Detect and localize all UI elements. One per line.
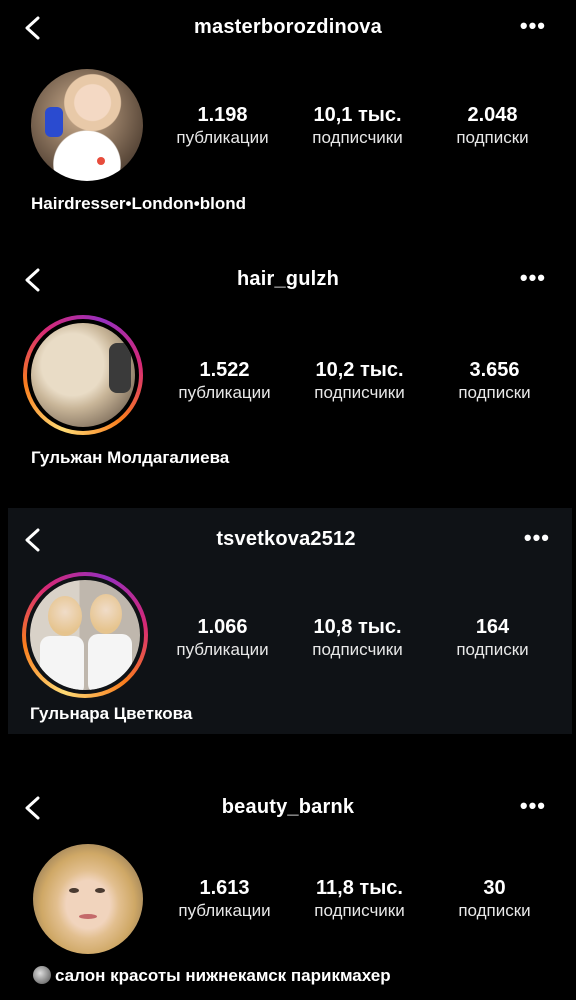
stat-following[interactable]: 30 подписки [427, 876, 562, 922]
avatar [30, 580, 140, 690]
profile-card-3: tsvetkova2512 ••• 1.066 публикации 10,8 … [8, 508, 572, 734]
profile-stats: 1.198 публикации 10,1 тыс. подписчики 2.… [155, 103, 560, 149]
profile-card-4: beauty_barnk ••• 1.613 публикации 11,8 т… [0, 770, 576, 1000]
more-dots-icon[interactable]: ••• [520, 15, 546, 37]
stat-posts-label: публикации [176, 640, 269, 659]
stat-followers-value: 11,8 тыс. [316, 877, 403, 899]
avatar-story-ring[interactable] [22, 572, 148, 698]
stat-followers[interactable]: 11,8 тыс. подписчики [292, 876, 427, 922]
profile-username: tsvetkova2512 [216, 528, 356, 550]
avatar[interactable] [31, 69, 143, 181]
profile-bio: Hairdresser•London•blond [31, 194, 246, 213]
stat-followers-label: подписчики [312, 640, 403, 659]
stat-following-label: подписки [456, 128, 529, 147]
stat-posts-value: 1.198 [197, 104, 248, 126]
moon-icon [33, 966, 51, 984]
stat-following[interactable]: 3.656 подписки [427, 358, 562, 404]
more-dots-icon[interactable]: ••• [520, 267, 546, 289]
profile-header: tsvetkova2512 ••• [8, 520, 572, 560]
avatar [31, 323, 135, 427]
profile-card-1: masterborozdinova ••• 1.198 публикации 1… [0, 0, 576, 230]
stat-following[interactable]: 164 подписки [425, 615, 560, 661]
more-dots-icon[interactable]: ••• [524, 527, 550, 549]
more-dots-icon[interactable]: ••• [520, 795, 546, 817]
stat-followers-value: 10,2 тыс. [315, 359, 404, 381]
stat-posts-label: публикации [178, 383, 271, 402]
profile-stats: 1.066 публикации 10,8 тыс. подписчики 16… [155, 615, 560, 661]
stat-posts[interactable]: 1.522 публикации [157, 358, 292, 404]
profile-stats: 1.522 публикации 10,2 тыс. подписчики 3.… [157, 358, 562, 404]
profile-card-2: hair_gulzh ••• 1.522 публикации 10,2 тыс… [0, 252, 576, 482]
stat-posts-value: 1.066 [197, 616, 248, 638]
stat-followers[interactable]: 10,8 тыс. подписчики [290, 615, 425, 661]
stat-following-value: 164 [475, 616, 510, 638]
avatar[interactable] [33, 844, 143, 954]
stat-following-label: подписки [458, 901, 531, 920]
profile-header: hair_gulzh ••• [0, 260, 576, 300]
stat-followers-value: 10,8 тыс. [313, 616, 402, 638]
stat-followers-label: подписчики [314, 901, 405, 920]
stat-posts-value: 1.522 [199, 359, 250, 381]
profile-header: beauty_barnk ••• [0, 788, 576, 828]
profile-bio-row: салон красоты нижнекамск парикмахер [33, 966, 391, 986]
profile-username: hair_gulzh [236, 268, 339, 290]
profile-username: masterborozdinova [194, 16, 382, 38]
stat-posts-label: публикации [176, 128, 269, 147]
profile-bio: салон красоты нижнекамск парикмахер [55, 966, 391, 985]
stat-followers[interactable]: 10,1 тыс. подписчики [290, 103, 425, 149]
profile-username: beauty_barnk [221, 796, 355, 818]
stat-followers-label: подписчики [312, 128, 403, 147]
stat-posts[interactable]: 1.066 публикации [155, 615, 290, 661]
stat-following-value: 3.656 [469, 359, 520, 381]
stat-posts[interactable]: 1.613 публикации [157, 876, 292, 922]
profile-header: masterborozdinova ••• [0, 8, 576, 48]
profile-bio: Гульнара Цветкова [30, 704, 193, 723]
stat-posts-label: публикации [178, 901, 271, 920]
stat-followers[interactable]: 10,2 тыс. подписчики [292, 358, 427, 404]
stat-followers-label: подписчики [314, 383, 405, 402]
stat-following-label: подписки [456, 640, 529, 659]
stat-following-value: 2.048 [467, 104, 518, 126]
profile-stats: 1.613 публикации 11,8 тыс. подписчики 30… [157, 876, 562, 922]
stat-following[interactable]: 2.048 подписки [425, 103, 560, 149]
stat-following-label: подписки [458, 383, 531, 402]
stat-posts-value: 1.613 [199, 877, 250, 899]
avatar-story-ring[interactable] [23, 315, 143, 435]
stat-posts[interactable]: 1.198 публикации [155, 103, 290, 149]
stat-following-value: 30 [483, 877, 506, 899]
stat-followers-value: 10,1 тыс. [313, 104, 402, 126]
profile-bio: Гульжан Молдагалиева [31, 448, 230, 467]
